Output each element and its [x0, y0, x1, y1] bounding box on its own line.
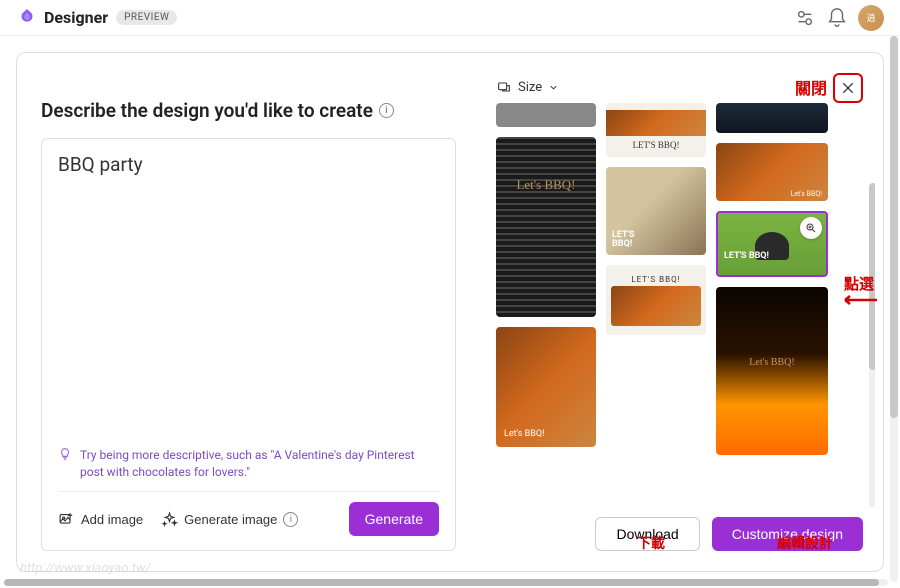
- hint-text: Try being more descriptive, such as "A V…: [80, 447, 439, 481]
- add-image-label: Add image: [81, 512, 143, 527]
- hint-row: Try being more descriptive, such as "A V…: [58, 441, 439, 492]
- generate-button[interactable]: Generate: [349, 502, 439, 536]
- watermark: http://www.xiaoyao.tw/: [20, 561, 151, 576]
- info-icon[interactable]: i: [379, 103, 394, 118]
- lightbulb-icon: [58, 447, 72, 464]
- design-card[interactable]: LET'SBBQ!: [606, 167, 706, 255]
- preview-badge: PREVIEW: [116, 10, 177, 25]
- prompt-column: Describe the design you'd like to create…: [41, 73, 456, 551]
- prompt-box: Try being more descriptive, such as "A V…: [41, 138, 456, 551]
- prompt-input[interactable]: [58, 153, 439, 441]
- size-label: Size: [518, 80, 542, 95]
- app-brand: Designer: [44, 8, 108, 27]
- prompt-heading-text: Describe the design you'd like to create: [41, 99, 373, 122]
- annotation-edit: 編輯設計: [777, 533, 833, 553]
- annotation-click: 點選: [839, 273, 879, 306]
- info-icon[interactable]: i: [283, 512, 298, 527]
- design-card[interactable]: Let's BBQ!: [716, 143, 828, 201]
- chevron-down-icon: [548, 82, 559, 93]
- action-row: Add image Generate image i Generate: [58, 502, 439, 536]
- prompt-heading: Describe the design you'd like to create…: [41, 99, 456, 122]
- app-logo-icon: [16, 7, 38, 29]
- arrow-left-icon: [839, 294, 879, 306]
- generate-image-label: Generate image: [184, 512, 277, 527]
- resize-icon: [496, 79, 512, 95]
- notification-icon[interactable]: [826, 7, 848, 29]
- design-card[interactable]: Let's BBQ!: [496, 137, 596, 317]
- user-avatar[interactable]: 逍: [858, 5, 884, 31]
- designer-panel: Describe the design you'd like to create…: [16, 52, 884, 572]
- settings-icon[interactable]: [794, 7, 816, 29]
- design-card[interactable]: [716, 103, 828, 133]
- design-card-selected[interactable]: LET'S BBQ!: [716, 211, 828, 277]
- annotation-download: 下載: [637, 533, 665, 553]
- design-gallery: Let's BBQ! Let's BBQ! LET'S BBQ! LET'SBB…: [496, 103, 875, 507]
- design-card[interactable]: LET'S BBQ!: [606, 103, 706, 157]
- close-button[interactable]: [833, 73, 863, 103]
- sparkle-icon: [161, 511, 178, 528]
- annotation-close-label: 關閉: [795, 75, 827, 99]
- add-image-button[interactable]: Add image: [58, 511, 143, 528]
- generate-image-button[interactable]: Generate image i: [161, 511, 298, 528]
- design-card[interactable]: Let's BBQ!: [716, 287, 828, 455]
- design-card[interactable]: LET'S BBQ!: [606, 265, 706, 335]
- results-column: 關閉 Size Let's BBQ! Let's BBQ!: [456, 73, 875, 551]
- main-area: Describe the design you'd like to create…: [0, 36, 900, 588]
- design-card[interactable]: Let's BBQ!: [496, 327, 596, 447]
- image-icon: [58, 511, 75, 528]
- page-scrollbar-horizontal[interactable]: [4, 579, 888, 586]
- page-scrollbar-vertical[interactable]: [890, 36, 898, 582]
- gallery-scrollbar[interactable]: [869, 183, 875, 507]
- zoom-icon[interactable]: [800, 217, 822, 239]
- design-card[interactable]: [496, 103, 596, 127]
- top-bar: Designer PREVIEW 逍: [0, 0, 900, 36]
